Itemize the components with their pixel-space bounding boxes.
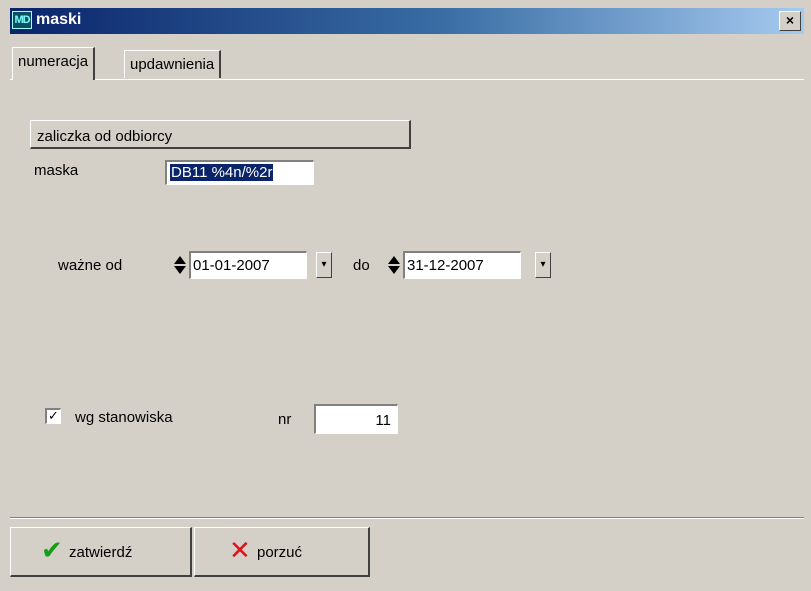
valid-from-value: 01-01-2007: [193, 257, 270, 274]
valid-from-label: ważne od: [58, 257, 123, 274]
document-type-button[interactable]: zaliczka od odbiorcy: [30, 120, 411, 149]
mask-input[interactable]: DB11 %4n/%2r: [165, 160, 314, 185]
valid-to-value: 31-12-2007: [407, 257, 484, 274]
cancel-button[interactable]: ✕ porzuć: [194, 527, 370, 577]
spin-up-icon[interactable]: [174, 256, 186, 264]
nr-value: 11: [375, 412, 391, 429]
close-button[interactable]: ×: [779, 11, 801, 31]
valid-from-dropdown[interactable]: ▾: [316, 252, 332, 278]
tab-divider: [10, 79, 804, 80]
document-type-label: zaliczka od odbiorcy: [37, 128, 173, 145]
cancel-label: porzuć: [257, 544, 303, 561]
nr-label: nr: [278, 411, 292, 428]
valid-to-label: do: [353, 257, 370, 274]
tab-numeracja-label: numeracja: [18, 53, 89, 70]
spin-down-icon[interactable]: [174, 266, 186, 274]
dropdown-arrow-icon: ▾: [540, 259, 546, 270]
valid-to-input[interactable]: 31-12-2007: [403, 251, 521, 279]
valid-from-input[interactable]: 01-01-2007: [189, 251, 307, 279]
valid-to-spinner[interactable]: [387, 253, 401, 277]
check-icon: ✔: [41, 535, 63, 565]
tab-numeracja[interactable]: numeracja: [12, 47, 96, 80]
tab-updawnienia-label: updawnienia: [130, 56, 215, 73]
dropdown-arrow-icon: ▾: [321, 259, 327, 270]
app-icon: MD: [12, 11, 32, 29]
confirm-label: zatwierdź: [69, 544, 133, 561]
confirm-button[interactable]: ✔ zatwierdź: [10, 527, 192, 577]
mask-label: maska: [34, 162, 79, 179]
spin-down-icon[interactable]: [388, 266, 400, 274]
workstation-label: wg stanowiska: [75, 409, 173, 426]
window-title: maski: [36, 11, 82, 28]
x-icon: ✕: [229, 535, 251, 565]
button-separator: [10, 517, 804, 519]
mask-value: DB11 %4n/%2r: [170, 164, 274, 181]
title-bar[interactable]: MD maski ×: [10, 8, 804, 34]
workstation-checkbox[interactable]: ✓: [45, 408, 61, 424]
checkmark-icon: ✓: [48, 408, 59, 423]
valid-to-dropdown[interactable]: ▾: [535, 252, 551, 278]
valid-from-spinner[interactable]: [173, 253, 187, 277]
spin-up-icon[interactable]: [388, 256, 400, 264]
tab-updawnienia[interactable]: updawnienia: [124, 50, 222, 78]
maski-window: MD maski × numeracja updawnienia zaliczk…: [0, 0, 811, 591]
nr-input[interactable]: 11: [314, 404, 398, 434]
